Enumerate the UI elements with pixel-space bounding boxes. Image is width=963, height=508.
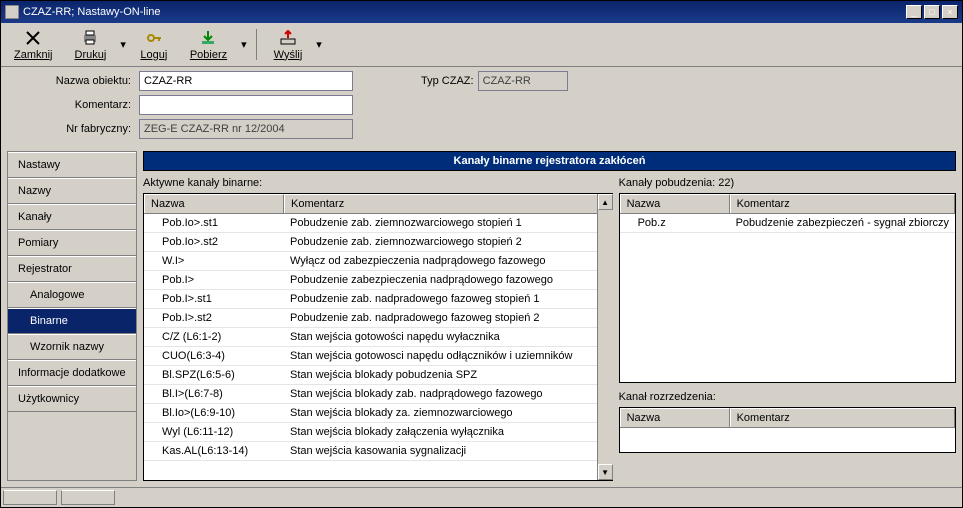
table-row[interactable]: CUO(L6:3-4)Stan wejścia gotowosci napędu… bbox=[144, 347, 613, 366]
table-row[interactable]: Pob.I>Pobudzenie zabezpieczenia nadprądo… bbox=[144, 271, 613, 290]
send-icon bbox=[279, 29, 297, 47]
table-row[interactable]: Pob.Io>.st2Pobudzenie zab. ziemnozwarcio… bbox=[144, 233, 613, 252]
table-row[interactable]: Bl.I>(L6:7-8)Stan wejścia blokady zab. n… bbox=[144, 385, 613, 404]
send-button[interactable]: Wyślij bbox=[263, 25, 314, 64]
app-window: CZAZ-RR; Nastawy-ON-line _ □ × Zamknij D… bbox=[0, 0, 963, 508]
titlebar[interactable]: CZAZ-RR; Nastawy-ON-line _ □ × bbox=[1, 1, 962, 23]
rozrzedzenia-table[interactable]: Nazwa Komentarz bbox=[619, 407, 956, 453]
download-icon bbox=[199, 29, 217, 47]
table-row[interactable]: Bl.Io>(L6:9-10)Stan wejścia blokady za. … bbox=[144, 404, 613, 423]
print-dropdown[interactable]: ▾ bbox=[117, 25, 129, 64]
trigger-channels-table[interactable]: Nazwa Komentarz Pob.zPobudzenie zabezpie… bbox=[619, 193, 956, 383]
sidebar: NastawyNazwyKanałyPomiaryRejestratorAnal… bbox=[7, 151, 137, 481]
nav-użytkownicy[interactable]: Użytkownicy bbox=[8, 386, 136, 412]
rozrzedzenia-label: Kanał rozrzedzenia: bbox=[619, 389, 956, 407]
toolbar: Zamknij Drukuj ▾ Loguj Pobierz ▾ Wyślij … bbox=[1, 23, 962, 67]
nazwa-obiektu-label: Nazwa obiektu: bbox=[31, 75, 131, 87]
close-button[interactable]: Zamknij bbox=[3, 25, 64, 64]
table-row[interactable]: C/Z (L6:1-2)Stan wejścia gotowości napęd… bbox=[144, 328, 613, 347]
nav-pomiary[interactable]: Pomiary bbox=[8, 230, 136, 256]
active-channels-label: Aktywne kanały binarne: bbox=[143, 175, 613, 193]
nav-nazwy[interactable]: Nazwy bbox=[8, 178, 136, 204]
col-komentarz[interactable]: Komentarz bbox=[284, 194, 613, 213]
print-button[interactable]: Drukuj bbox=[64, 25, 118, 64]
trigger-channels-label: Kanały pobudzenia: 22) bbox=[619, 175, 956, 193]
maximize-button[interactable]: □ bbox=[924, 5, 940, 19]
send-dropdown[interactable]: ▾ bbox=[313, 25, 325, 64]
komentarz-label: Komentarz: bbox=[31, 99, 131, 111]
table-row[interactable]: Pob.I>.st2Pobudzenie zab. nadpradowego f… bbox=[144, 309, 613, 328]
nazwa-obiektu-input[interactable] bbox=[139, 71, 353, 91]
col-nazwa[interactable]: Nazwa bbox=[144, 194, 284, 213]
table-row[interactable]: Pob.Io>.st1Pobudzenie zab. ziemnozwarcio… bbox=[144, 214, 613, 233]
nav-informacje-dodatkowe[interactable]: Informacje dodatkowe bbox=[8, 360, 136, 386]
active-channels-table[interactable]: Nazwa Komentarz Pob.Io>.st1Pobudzenie za… bbox=[143, 193, 613, 481]
col-komentarz-roz[interactable]: Komentarz bbox=[730, 408, 955, 427]
table-row[interactable]: Pob.I>.st1Pobudzenie zab. nadpradowego f… bbox=[144, 290, 613, 309]
table-row[interactable]: Wyl (L6:11-12)Stan wejścia blokady załąc… bbox=[144, 423, 613, 442]
nav-kanały[interactable]: Kanały bbox=[8, 204, 136, 230]
minimize-button[interactable]: _ bbox=[906, 5, 922, 19]
content-header: Kanały binarne rejestratora zakłóceń bbox=[143, 151, 956, 171]
nav-binarne[interactable]: Binarne bbox=[8, 308, 136, 334]
app-icon bbox=[5, 5, 19, 19]
window-title: CZAZ-RR; Nastawy-ON-line bbox=[23, 6, 161, 18]
download-dropdown[interactable]: ▾ bbox=[238, 25, 250, 64]
nav-wzornik-nazwy[interactable]: Wzornik nazwy bbox=[8, 334, 136, 360]
typ-czaz-input bbox=[478, 71, 568, 91]
nr-fabryczny-input bbox=[139, 119, 353, 139]
col-komentarz-r[interactable]: Komentarz bbox=[730, 194, 955, 213]
scroll-down-button[interactable]: ▼ bbox=[598, 464, 613, 480]
close-icon bbox=[24, 29, 42, 47]
col-nazwa-r[interactable]: Nazwa bbox=[620, 194, 730, 213]
table-row[interactable]: Pob.zPobudzenie zabezpieczeń - sygnał zb… bbox=[620, 214, 955, 233]
nav-rejestrator[interactable]: Rejestrator bbox=[8, 256, 136, 282]
nav-analogowe[interactable]: Analogowe bbox=[8, 282, 136, 308]
scroll-up-button[interactable]: ▲ bbox=[598, 194, 613, 210]
col-nazwa-roz[interactable]: Nazwa bbox=[620, 408, 730, 427]
close-window-button[interactable]: × bbox=[942, 5, 958, 19]
key-icon bbox=[145, 29, 163, 47]
typ-czaz-label: Typ CZAZ: bbox=[421, 75, 474, 87]
nr-fabryczny-label: Nr fabryczny: bbox=[31, 123, 131, 135]
download-button[interactable]: Pobierz bbox=[179, 25, 238, 64]
komentarz-input[interactable] bbox=[139, 95, 353, 115]
table-row[interactable]: Bl.SPZ(L6:5-6)Stan wejścia blokady pobud… bbox=[144, 366, 613, 385]
statusbar bbox=[1, 487, 962, 507]
table-row[interactable]: W.I>Wyłącz od zabezpieczenia nadprądoweg… bbox=[144, 252, 613, 271]
table-row[interactable]: Kas.AL(L6:13-14)Stan wejścia kasowania s… bbox=[144, 442, 613, 461]
nav-nastawy[interactable]: Nastawy bbox=[8, 152, 136, 178]
scrollbar[interactable]: ▲ ▼ bbox=[597, 194, 613, 480]
login-button[interactable]: Loguj bbox=[129, 25, 179, 64]
print-icon bbox=[81, 29, 99, 47]
